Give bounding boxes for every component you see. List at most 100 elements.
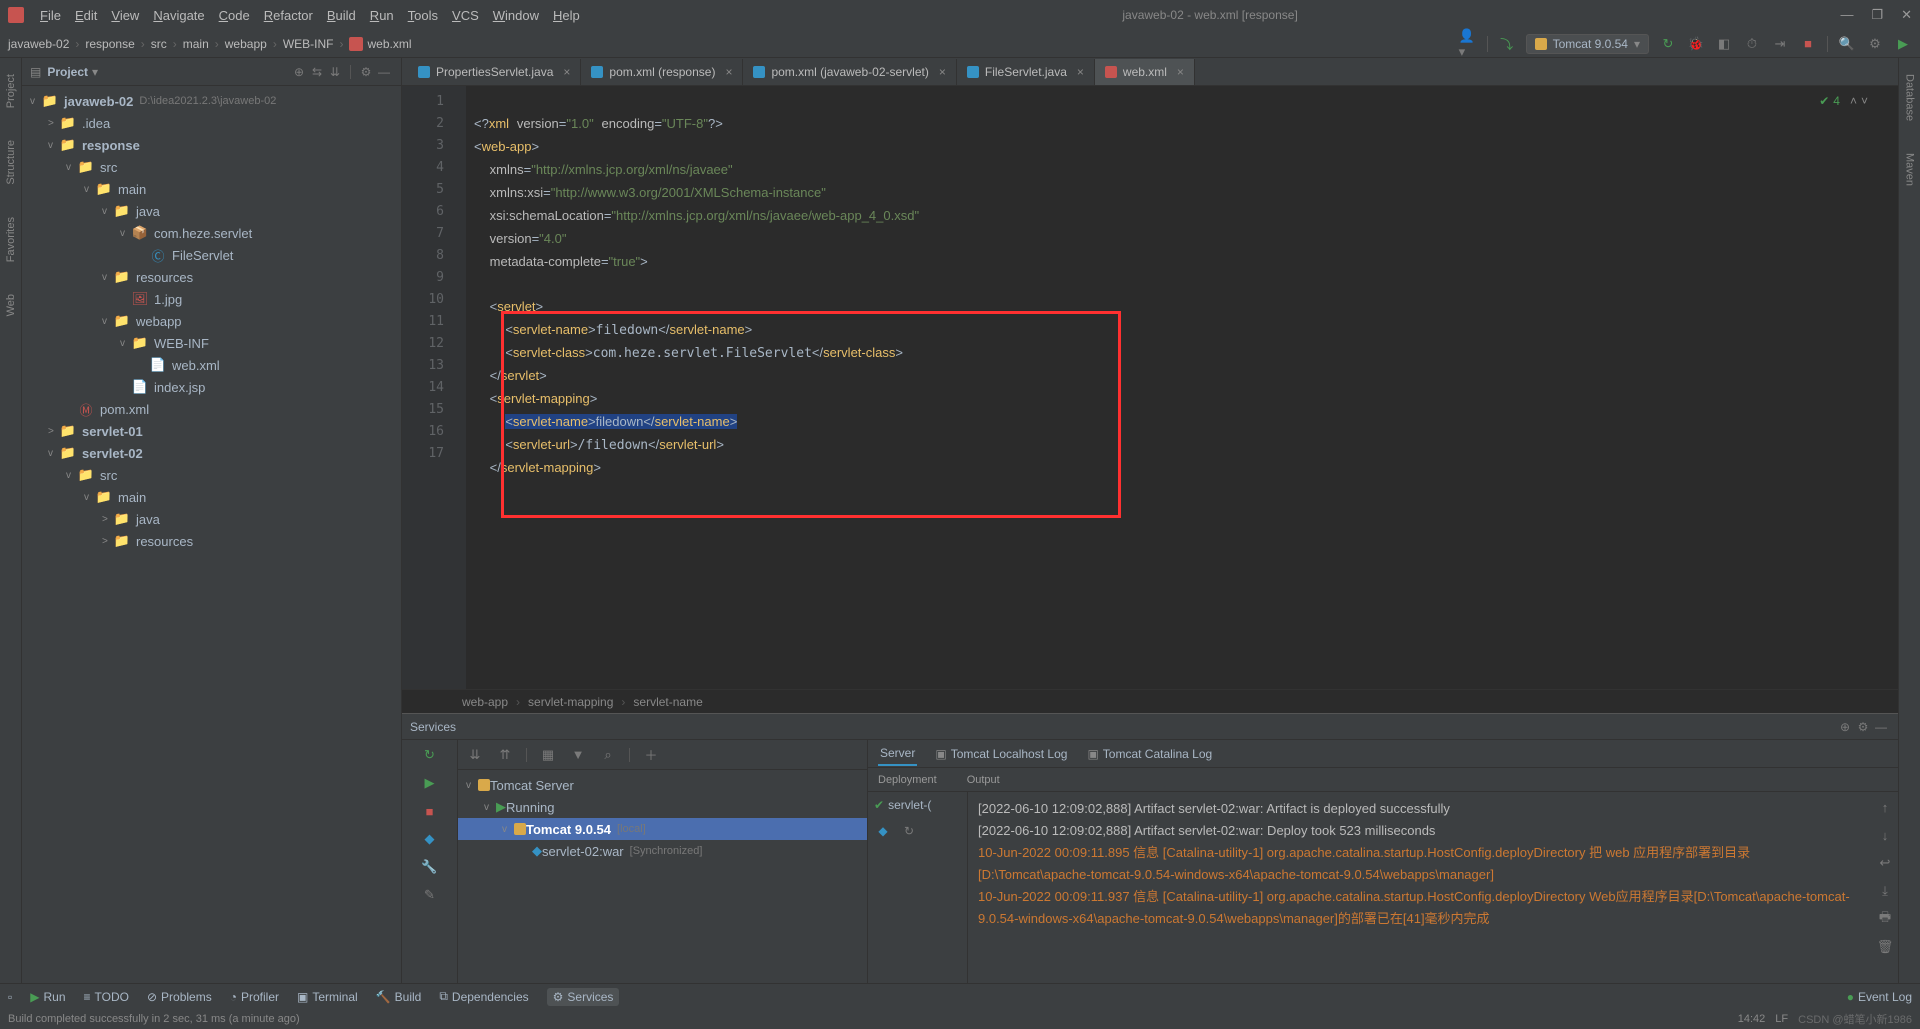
panel-settings-icon[interactable]: ⚙ — [357, 63, 375, 81]
maximize-icon[interactable]: ❐ — [1871, 7, 1883, 23]
expand-icon[interactable]: ⇆ — [308, 63, 326, 81]
code-breadcrumb-segment[interactable]: servlet-mapping — [528, 695, 613, 709]
services-expand-icon[interactable]: ⊕ — [1836, 718, 1854, 736]
code-breadcrumb-segment[interactable]: servlet-name — [633, 695, 702, 709]
profile-icon[interactable]: ⏱ — [1743, 35, 1761, 53]
services-settings-icon[interactable]: ⚙ — [1854, 718, 1872, 736]
dependencies-tool-tab[interactable]: ⧉ Dependencies — [439, 989, 528, 1004]
run-service-icon[interactable]: ▶ — [421, 774, 439, 792]
project-tree[interactable]: v📁javaweb-02D:\idea2021.2.3\javaweb-02 >📁… — [22, 86, 401, 983]
settings-icon[interactable]: ⚙ — [1866, 35, 1884, 53]
services-tree-item[interactable]: v ▶ Running — [458, 796, 867, 818]
hide-panel-icon[interactable]: — — [375, 63, 393, 81]
tree-item[interactable]: Ⓜpom.xml — [22, 398, 401, 420]
svc-group-icon[interactable]: ▦ — [539, 746, 557, 764]
print-icon[interactable]: 🖶 — [1876, 910, 1894, 928]
menu-refactor[interactable]: Refactor — [264, 8, 313, 23]
menu-code[interactable]: Code — [219, 8, 250, 23]
build-icon[interactable]: ⤵ — [1498, 35, 1516, 53]
search-icon[interactable]: 🔍 — [1838, 35, 1856, 53]
add-config-icon[interactable]: 👤▾ — [1459, 35, 1477, 53]
tree-item[interactable]: v📁resources — [22, 266, 401, 288]
project-view-icon[interactable]: ▤ — [30, 65, 41, 79]
close-icon[interactable]: ✕ — [1901, 7, 1912, 23]
maven-tool-tab[interactable]: Maven — [1904, 147, 1916, 192]
stop-icon[interactable]: ■ — [1799, 35, 1817, 53]
coverage-icon[interactable]: ◧ — [1715, 35, 1733, 53]
minimize-icon[interactable]: — — [1840, 7, 1853, 23]
tree-item[interactable]: v📦com.heze.servlet — [22, 222, 401, 244]
svc-add-icon[interactable]: ＋ — [642, 746, 660, 764]
wrench-icon[interactable]: 🔧 — [421, 858, 439, 876]
tree-item[interactable]: v📁src — [22, 156, 401, 178]
breadcrumb-segment[interactable]: webapp — [225, 37, 267, 51]
tree-item[interactable]: >📁servlet-01 — [22, 420, 401, 442]
close-tab-icon[interactable]: × — [563, 65, 570, 79]
stop-service-icon[interactable]: ■ — [421, 802, 439, 820]
menu-help[interactable]: Help — [553, 8, 580, 23]
breadcrumb-segment[interactable]: main — [183, 37, 209, 51]
soft-wrap-icon[interactable]: ↩ — [1876, 854, 1894, 872]
editor-tab[interactable]: PropertiesServlet.java× — [408, 59, 581, 85]
menu-file[interactable]: File — [40, 8, 61, 23]
event-log-tab[interactable]: ● Event Log — [1847, 990, 1912, 1004]
deployment-list[interactable]: ✔ servlet-( ◆ ↻ — [868, 792, 968, 983]
editor-tab[interactable]: pom.xml (response)× — [581, 59, 743, 85]
tree-item[interactable]: v📁java — [22, 200, 401, 222]
services-tab[interactable]: ▣Tomcat Catalina Log — [1085, 743, 1214, 765]
code-editor[interactable]: <?xml version="1.0" encoding="UTF-8"?> <… — [466, 86, 1898, 689]
scroll-up-icon[interactable]: ↑ — [1876, 798, 1894, 816]
svc-filters-icon[interactable]: ⌕ — [599, 746, 617, 764]
close-tab-icon[interactable]: × — [725, 65, 732, 79]
run-config-selector[interactable]: Tomcat 9.0.54 ▾ — [1526, 34, 1649, 54]
structure-tool-tab[interactable]: Structure — [5, 134, 17, 191]
profiler-tool-tab[interactable]: ◔ Profiler — [230, 990, 279, 1004]
tree-item[interactable]: >📁java — [22, 508, 401, 530]
attach-icon[interactable]: ⇥ — [1771, 35, 1789, 53]
breadcrumb-segment[interactable]: response — [85, 37, 134, 51]
close-tab-icon[interactable]: × — [939, 65, 946, 79]
scroll-down-icon[interactable]: ↓ — [1876, 826, 1894, 844]
deploy-icon[interactable]: ◆ — [421, 830, 439, 848]
close-tab-icon[interactable]: × — [1077, 65, 1084, 79]
collapse-icon[interactable]: ⇊ — [326, 63, 344, 81]
svc-expand-icon[interactable]: ⇊ — [466, 746, 484, 764]
line-gutter[interactable]: 1234567891011121314151617 — [402, 86, 452, 689]
tree-item[interactable]: 📄index.jsp — [22, 376, 401, 398]
tree-item[interactable]: v📁main — [22, 486, 401, 508]
services-tab[interactable]: ▣Tomcat Localhost Log — [933, 743, 1069, 765]
breadcrumb-segment[interactable]: WEB-INF — [283, 37, 334, 51]
problems-tool-tab[interactable]: ⊘ Problems — [147, 990, 212, 1004]
svc-collapse-icon[interactable]: ⇈ — [496, 746, 514, 764]
run-icon[interactable]: ↻ — [1659, 35, 1677, 53]
code-breadcrumb-segment[interactable]: web-app — [462, 695, 508, 709]
tree-item[interactable]: v📁main — [22, 178, 401, 200]
tree-item[interactable]: 📄web.xml — [22, 354, 401, 376]
tree-root[interactable]: v📁javaweb-02D:\idea2021.2.3\javaweb-02 — [22, 90, 401, 112]
console-output[interactable]: [2022-06-10 12:09:02,888] Artifact servl… — [968, 792, 1872, 983]
breadcrumb[interactable]: javaweb-02›response›src›main›webapp›WEB-… — [8, 37, 412, 51]
project-tool-tab[interactable]: Project — [5, 68, 17, 114]
editor-tab[interactable]: web.xml× — [1095, 59, 1195, 85]
edit-config-icon[interactable]: ✎ — [421, 886, 439, 904]
tree-item[interactable]: >📁resources — [22, 530, 401, 552]
editor-tab[interactable]: pom.xml (javaweb-02-servlet)× — [743, 59, 956, 85]
menu-run[interactable]: Run — [370, 8, 394, 23]
menu-tools[interactable]: Tools — [408, 8, 438, 23]
services-hide-icon[interactable]: — — [1872, 718, 1890, 736]
services-tab[interactable]: Server — [878, 742, 917, 766]
scroll-to-end-icon[interactable]: ⤓ — [1876, 882, 1894, 900]
menu-vcs[interactable]: VCS — [452, 8, 479, 23]
menu-window[interactable]: Window — [493, 8, 539, 23]
close-tab-icon[interactable]: × — [1177, 65, 1184, 79]
tree-item[interactable]: ⒸFileServlet — [22, 244, 401, 266]
terminal-tool-tab[interactable]: ▣ Terminal — [297, 990, 358, 1004]
tree-item[interactable]: v📁servlet-02 — [22, 442, 401, 464]
deploy-all-icon[interactable]: ◆ — [874, 822, 892, 840]
code-breadcrumb[interactable]: web-app › servlet-mapping › servlet-name — [402, 689, 1898, 713]
build-tool-tab[interactable]: 🔨 Build — [376, 990, 422, 1004]
tree-item[interactable]: v📁WEB-INF — [22, 332, 401, 354]
favorites-tool-tab[interactable]: Favorites — [5, 211, 17, 268]
services-tree-item[interactable]: v Tomcat Server — [458, 774, 867, 796]
tree-item[interactable]: 🖼1.jpg — [22, 288, 401, 310]
